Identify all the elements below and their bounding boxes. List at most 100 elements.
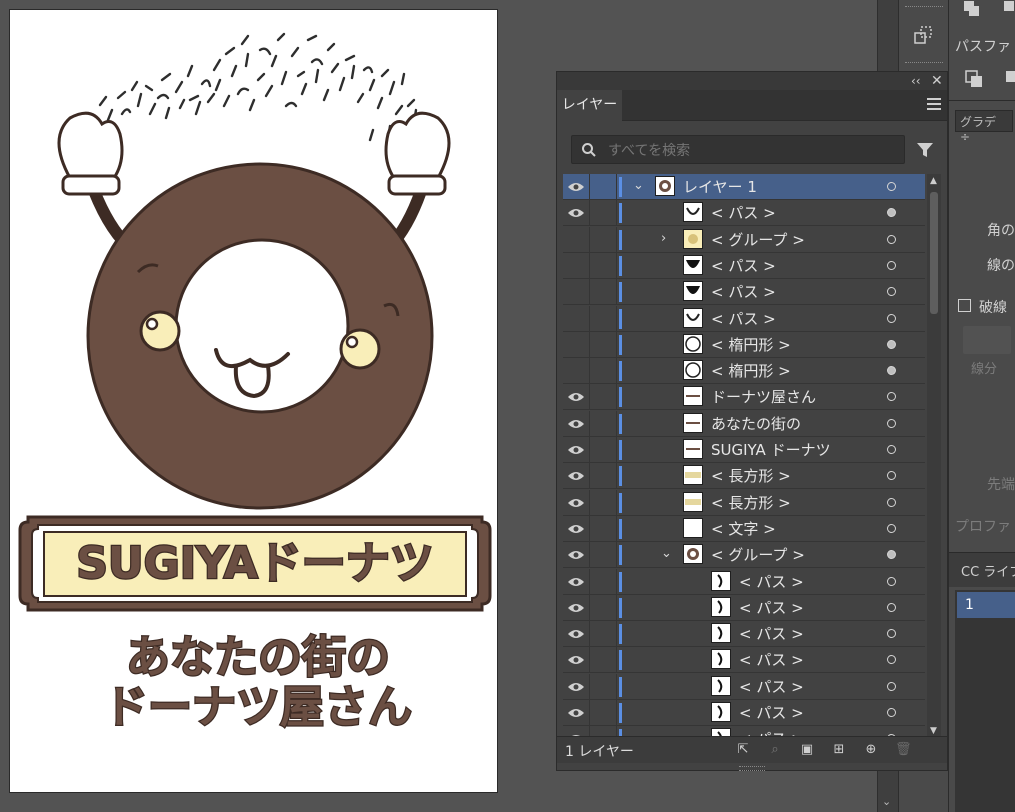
layer-name[interactable]: < パス > xyxy=(739,595,804,621)
exclude-icon[interactable] xyxy=(1005,70,1015,94)
lock-toggle[interactable] xyxy=(590,542,617,569)
target-circle-icon[interactable] xyxy=(887,655,896,665)
target-circle-icon[interactable] xyxy=(887,550,896,560)
target-circle-icon[interactable] xyxy=(887,471,896,481)
target-circle-icon[interactable] xyxy=(887,260,896,270)
scroll-up-icon[interactable]: ▲ xyxy=(930,176,937,186)
layer-scrollbar[interactable]: ▲ ▼ xyxy=(927,174,941,738)
dashed-checkbox[interactable] xyxy=(958,299,971,312)
chevron-down-icon[interactable]: ⌄ xyxy=(633,178,647,194)
search-input[interactable] xyxy=(606,140,890,162)
layer-name[interactable]: < パス > xyxy=(711,306,776,332)
collapse-chevron-icon[interactable]: ⌄ xyxy=(882,795,891,808)
lock-toggle[interactable] xyxy=(590,621,617,648)
target-circle-icon[interactable] xyxy=(887,234,896,244)
unite-icon[interactable] xyxy=(963,0,979,16)
layer-row[interactable]: < パス > xyxy=(563,568,925,595)
target-circle-icon[interactable] xyxy=(887,445,896,454)
layer-row[interactable]: < 楕円形 > xyxy=(563,358,925,385)
layer-name[interactable]: < パス > xyxy=(711,279,776,305)
layer-search-box[interactable] xyxy=(571,135,905,164)
layer-name[interactable]: SUGIYA ドーナツ xyxy=(711,437,831,463)
tab-layers[interactable]: レイヤー xyxy=(557,90,622,121)
scroll-down-icon[interactable]: ▼ xyxy=(930,726,937,736)
grip-icon[interactable] xyxy=(905,62,943,65)
layer-row[interactable]: < 文字 > xyxy=(563,515,925,542)
visibility-toggle[interactable] xyxy=(563,463,590,490)
visibility-toggle[interactable] xyxy=(563,358,590,385)
layer-name[interactable]: ドーナツ屋さん xyxy=(711,384,816,410)
layer-name[interactable]: < パス > xyxy=(739,621,804,647)
visibility-toggle[interactable] xyxy=(563,331,590,358)
layer-row[interactable]: あなたの街の xyxy=(563,410,925,437)
visibility-toggle[interactable] xyxy=(563,305,590,332)
gradient-select[interactable]: グラデ ÷ xyxy=(955,110,1013,144)
layer-name[interactable]: < 楕円形 > xyxy=(711,358,791,384)
visibility-toggle[interactable] xyxy=(563,673,590,700)
layer-name[interactable]: < パス > xyxy=(711,253,776,279)
layer-name[interactable]: レイヤー 1 xyxy=(683,174,757,200)
layer-row[interactable]: < パス > xyxy=(563,594,925,621)
layer-row[interactable]: < パス > xyxy=(563,279,925,306)
lock-toggle[interactable] xyxy=(590,463,617,490)
visibility-toggle[interactable] xyxy=(563,515,590,542)
layer-row[interactable]: < パス > xyxy=(563,305,925,332)
layer-row[interactable]: < パス > xyxy=(563,700,925,726)
scroll-thumb[interactable] xyxy=(930,192,938,314)
transform-panel-icon[interactable] xyxy=(911,24,935,48)
lock-toggle[interactable] xyxy=(590,647,617,674)
layer-row[interactable]: ⌄ < グループ > xyxy=(563,542,925,569)
target-circle-icon[interactable] xyxy=(887,523,896,533)
visibility-toggle[interactable] xyxy=(563,384,590,411)
export-icon[interactable]: ⇱ xyxy=(735,742,751,758)
target-circle-icon[interactable] xyxy=(887,629,896,639)
lock-toggle[interactable] xyxy=(590,700,617,726)
target-circle-icon[interactable] xyxy=(887,208,896,218)
visibility-toggle[interactable] xyxy=(563,252,590,279)
new-layer-icon[interactable]: ⊕ xyxy=(863,742,879,758)
lock-toggle[interactable] xyxy=(590,594,617,621)
layer-row[interactable]: SUGIYA ドーナツ xyxy=(563,437,925,463)
minus-front-icon[interactable] xyxy=(1003,0,1015,16)
lock-toggle[interactable] xyxy=(590,174,617,200)
grip-icon[interactable] xyxy=(905,6,943,9)
layer-name[interactable]: < グループ > xyxy=(711,227,805,253)
visibility-toggle[interactable] xyxy=(563,437,590,463)
lock-toggle[interactable] xyxy=(590,437,617,463)
layer-row[interactable]: < 楕円形 > xyxy=(563,331,925,358)
target-circle-icon[interactable] xyxy=(887,708,896,717)
layer-name[interactable]: < 長方形 > xyxy=(711,463,791,489)
cc-libraries-tab[interactable]: CC ライブ xyxy=(961,561,1015,580)
lock-toggle[interactable] xyxy=(590,252,617,279)
layer-name[interactable]: < パス > xyxy=(739,674,804,700)
target-circle-icon[interactable] xyxy=(887,366,896,376)
lock-toggle[interactable] xyxy=(590,384,617,411)
layer-row[interactable]: < パス > xyxy=(563,673,925,700)
lock-toggle[interactable] xyxy=(590,410,617,437)
dash-field[interactable] xyxy=(963,326,1011,354)
visibility-toggle[interactable] xyxy=(563,700,590,726)
visibility-toggle[interactable] xyxy=(563,647,590,674)
lock-toggle[interactable] xyxy=(590,673,617,700)
layer-name[interactable]: < 長方形 > xyxy=(711,490,791,516)
lock-toggle[interactable] xyxy=(590,489,617,516)
lock-toggle[interactable] xyxy=(590,226,617,253)
panel-menu-icon[interactable] xyxy=(927,98,941,110)
layer-row[interactable]: < パス > xyxy=(563,200,925,227)
resize-grip-icon[interactable] xyxy=(739,766,765,771)
target-circle-icon[interactable] xyxy=(887,681,896,691)
target-circle-icon[interactable] xyxy=(887,602,896,612)
intersect-icon[interactable] xyxy=(965,70,985,94)
target-circle-icon[interactable] xyxy=(887,576,896,586)
visibility-toggle[interactable] xyxy=(563,568,590,595)
collapse-panel-icon[interactable]: ‹‹ xyxy=(911,72,921,90)
artboard[interactable]: SUGIYAドーナツ あなたの街の ドーナツ屋さん xyxy=(9,9,498,793)
layer-name[interactable]: < グループ > xyxy=(711,542,805,568)
lock-toggle[interactable] xyxy=(590,358,617,385)
visibility-toggle[interactable] xyxy=(563,200,590,227)
target-circle-icon[interactable] xyxy=(887,313,896,323)
layer-row[interactable]: < 長方形 > xyxy=(563,463,925,490)
lock-toggle[interactable] xyxy=(590,568,617,595)
chevron-down-icon[interactable]: ⌄ xyxy=(661,546,675,562)
layer-name[interactable]: < パス > xyxy=(711,200,776,226)
